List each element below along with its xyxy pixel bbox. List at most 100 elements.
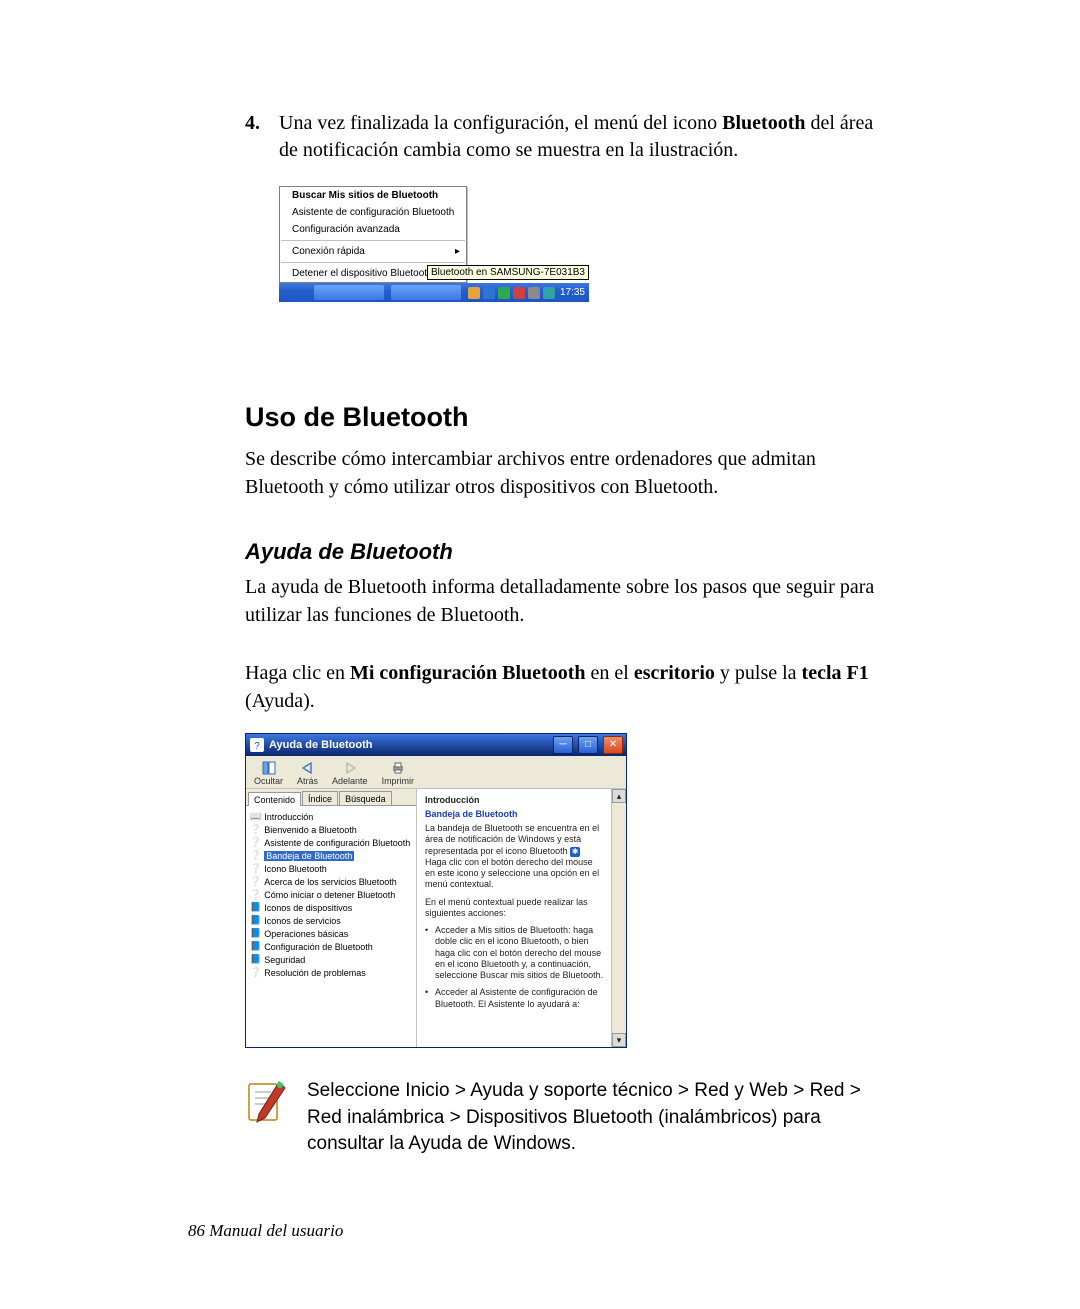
menu-item-advanced-config[interactable]: Configuración avanzada: [280, 221, 466, 238]
tree-item[interactable]: ❔Icono Bluetooth: [250, 862, 412, 875]
content-h2: Bandeja de Bluetooth: [425, 809, 604, 819]
tab-indice[interactable]: Índice: [302, 791, 338, 805]
help-app-icon: ?: [250, 738, 264, 752]
tree-item[interactable]: ❔Acerca de los servicios Bluetooth: [250, 875, 412, 888]
content-scrollbar[interactable]: [611, 789, 626, 1047]
tree-root-label: Introducción: [264, 812, 313, 822]
click-p3: y pulse la: [715, 662, 802, 684]
tree-item[interactable]: ❔Bienvenido a Bluetooth: [250, 823, 412, 836]
tray-icon[interactable]: [543, 287, 555, 299]
submenu-arrow-icon: ▸: [455, 246, 460, 257]
content-h1: Introducción: [425, 795, 604, 805]
tree-item[interactable]: 📘Iconos de dispositivos: [250, 901, 412, 914]
section-paragraph: Se describe cómo intercambiar archivos e…: [245, 445, 885, 501]
taskbar-app-button[interactable]: [314, 285, 384, 300]
tree-item-label: Iconos de dispositivos: [264, 903, 352, 913]
page-icon: ❔: [250, 824, 261, 835]
page-icon: ❔: [250, 863, 261, 874]
step-4: 4. Una vez finalizada la configuración, …: [245, 110, 885, 164]
tree-item[interactable]: 📘Seguridad: [250, 953, 412, 966]
book-icon: 📘: [250, 928, 261, 939]
tree-item[interactable]: ❔Cómo iniciar o detener Bluetooth: [250, 888, 412, 901]
tree-item[interactable]: ❔Asistente de configuración Bluetooth: [250, 836, 412, 849]
toolbar-back-button[interactable]: Atrás: [297, 760, 318, 786]
tree-item-label: Asistente de configuración Bluetooth: [264, 838, 410, 848]
toolbar-hide-label: Ocultar: [254, 776, 283, 786]
page-icon: ❔: [250, 850, 261, 861]
taskbar-app-button[interactable]: [391, 285, 461, 300]
tray-tooltip: Bluetooth en SAMSUNG-7E031B3: [427, 265, 589, 280]
scroll-up-button[interactable]: ▴: [612, 789, 626, 803]
tree-item-label: Cómo iniciar o detener Bluetooth: [264, 890, 395, 900]
tab-contenido[interactable]: Contenido: [248, 792, 301, 806]
tree-item-selected[interactable]: ❔Bandeja de Bluetooth: [250, 849, 412, 862]
scroll-down-button[interactable]: ▾: [612, 1033, 626, 1047]
tree-item[interactable]: 📘Configuración de Bluetooth: [250, 940, 412, 953]
open-book-icon: 📖: [250, 811, 261, 822]
note-pencil-icon: [245, 1078, 287, 1126]
forward-arrow-icon: [332, 760, 368, 776]
step4-bold: Bluetooth: [722, 112, 805, 134]
help-toolbar: Ocultar Atrás Adelante Imprimir: [246, 756, 626, 789]
toolbar-back-label: Atrás: [297, 776, 318, 786]
page-icon: ❔: [250, 889, 261, 900]
minimize-button[interactable]: ─: [553, 736, 573, 754]
content-p1b-text: Haga clic con el botón derecho del mouse…: [425, 857, 599, 890]
back-arrow-icon: [297, 760, 318, 776]
content-p1: La bandeja de Bluetooth se encuentra en …: [425, 823, 604, 891]
bluetooth-icon: ✱: [570, 847, 580, 857]
menu-item-quick-connect-label: Conexión rápida: [292, 246, 365, 257]
content-li2: Acceder al Asistente de configuración de…: [425, 987, 604, 1010]
figure-context-menu: Buscar Mis sitios de Bluetooth Asistente…: [279, 186, 885, 302]
tree-item[interactable]: 📘Iconos de servicios: [250, 914, 412, 927]
tree-item-label: Configuración de Bluetooth: [264, 942, 373, 952]
maximize-button[interactable]: □: [578, 736, 598, 754]
toolbar-forward-button[interactable]: Adelante: [332, 760, 368, 786]
book-icon: 📘: [250, 941, 261, 952]
menu-item-config-assistant[interactable]: Asistente de configuración Bluetooth: [280, 204, 466, 221]
tree-item[interactable]: 📘Operaciones básicas: [250, 927, 412, 940]
click-b2: escritorio: [634, 662, 715, 684]
tree-item-label: Seguridad: [264, 955, 305, 965]
taskbar-clock: 17:35: [560, 287, 585, 298]
click-p1: Haga clic en: [245, 662, 350, 684]
subsection-paragraph: La ayuda de Bluetooth informa detalladam…: [245, 573, 885, 629]
hide-icon: [254, 760, 283, 776]
taskbar: 17:35: [279, 283, 589, 302]
book-icon: 📘: [250, 954, 261, 965]
page-footer: 86 Manual del usuario: [188, 1221, 343, 1241]
note-text: Seleccione Inicio > Ayuda y soporte técn…: [307, 1078, 885, 1158]
click-p4: (Ayuda).: [245, 690, 315, 712]
close-button[interactable]: ✕: [603, 736, 623, 754]
toolbar-hide-button[interactable]: Ocultar: [254, 760, 283, 786]
tab-busqueda[interactable]: Búsqueda: [339, 791, 392, 805]
tree-root-introduccion[interactable]: 📖Introducción: [250, 810, 412, 823]
content-li1: Acceder a Mis sitios de Bluetooth: haga …: [425, 925, 604, 981]
tray-icon[interactable]: [513, 287, 525, 299]
menu-item-search-sites[interactable]: Buscar Mis sitios de Bluetooth: [280, 187, 466, 204]
nav-tabs: Contenido Índice Búsqueda: [246, 789, 416, 806]
click-instruction: Haga clic en Mi configuración Bluetooth …: [245, 659, 885, 715]
tree-item-label: Iconos de servicios: [264, 916, 341, 926]
menu-separator: [281, 240, 465, 241]
page-number: 86: [188, 1221, 205, 1240]
toolbar-print-button[interactable]: Imprimir: [382, 760, 415, 786]
tree-item[interactable]: ❔Resolución de problemas: [250, 966, 412, 979]
tree-item-label: Bienvenido a Bluetooth: [264, 825, 357, 835]
note-block: Seleccione Inicio > Ayuda y soporte técn…: [245, 1078, 885, 1158]
menu-item-quick-connect[interactable]: Conexión rápida ▸: [280, 243, 466, 260]
help-content-pane: Introducción Bandeja de Bluetooth La ban…: [417, 789, 626, 1047]
help-body: Contenido Índice Búsqueda 📖 Introducción …: [246, 789, 626, 1047]
tray-icon[interactable]: [483, 287, 495, 299]
help-window: ? Ayuda de Bluetooth ─ □ ✕ Ocultar Atrás…: [245, 733, 627, 1048]
svg-text:?: ?: [254, 741, 260, 752]
click-b1: Mi configuración Bluetooth: [350, 662, 586, 684]
menu-separator: [281, 262, 465, 263]
tray-icon[interactable]: [468, 287, 480, 299]
help-titlebar: ? Ayuda de Bluetooth ─ □ ✕: [246, 734, 626, 756]
page-icon: ❔: [250, 967, 261, 978]
tray-icon[interactable]: [528, 287, 540, 299]
content-p2: En el menú contextual puede realizar las…: [425, 897, 604, 920]
tray-icon[interactable]: [498, 287, 510, 299]
page-icon: ❔: [250, 876, 261, 887]
